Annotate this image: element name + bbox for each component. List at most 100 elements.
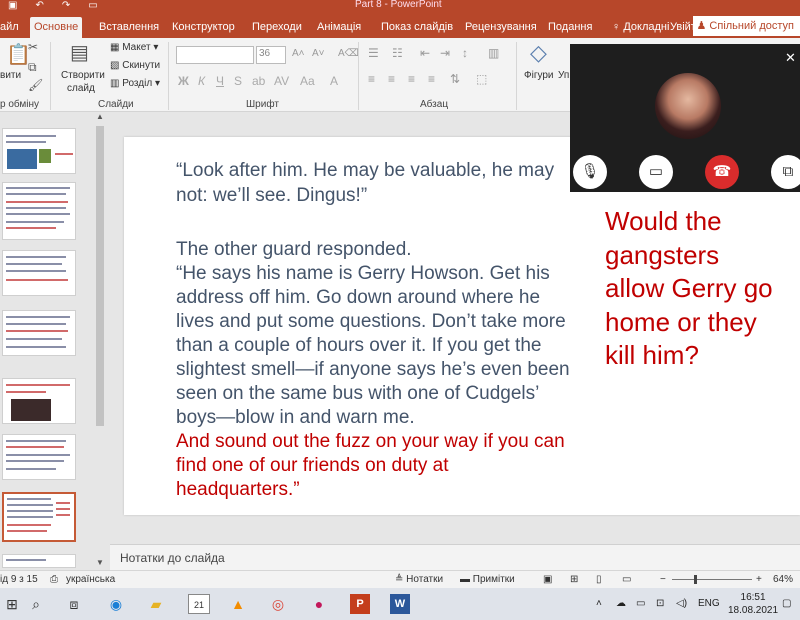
slide-body-text[interactable]: The other guard responded. “He says his …	[176, 238, 576, 502]
slide-thumbnail-6[interactable]	[2, 434, 76, 480]
arrange-button[interactable]: Уп	[558, 70, 569, 81]
zoom-in-icon[interactable]: +	[756, 574, 762, 585]
align-left-icon[interactable]: ≡	[368, 72, 375, 86]
paste-label[interactable]: вити	[0, 70, 21, 81]
underline-icon[interactable]: Ч	[216, 74, 224, 88]
tab-animations[interactable]: Анімація	[313, 17, 365, 38]
cut-icon[interactable]: ✂	[28, 40, 38, 54]
clear-format-icon[interactable]: A⌫	[338, 48, 359, 59]
comments-button[interactable]: ▬ Примітки	[460, 574, 515, 585]
notifications-icon[interactable]: ▢	[782, 598, 791, 609]
new-slide-label-2[interactable]: слайд	[67, 83, 95, 94]
zoom-level[interactable]: 64%	[773, 574, 793, 585]
slide-thumbnail-5[interactable]	[2, 378, 76, 424]
share-button[interactable]: ♟ Спільний доступ	[692, 16, 800, 36]
zoom-out-icon[interactable]: −	[660, 574, 666, 585]
system-clock[interactable]: 16:51 18.08.2021	[728, 591, 778, 617]
slide-question-text[interactable]: Would the gangsters allow Gerry go home …	[605, 205, 785, 373]
new-slide-icon[interactable]: ▤	[70, 40, 89, 65]
text-direction-icon[interactable]: ⇅	[450, 72, 460, 86]
align-right-icon[interactable]: ≡	[408, 72, 415, 86]
slide-thumbnail-10[interactable]	[2, 554, 76, 568]
microphone-button[interactable]: 🎙	[573, 155, 607, 189]
undo-icon[interactable]: ↶	[35, 0, 43, 12]
thumbnail-scrollbar[interactable]: ▲ ▼	[94, 112, 106, 570]
bold-icon[interactable]: Ж	[178, 74, 189, 88]
tab-transitions[interactable]: Переходи	[248, 17, 306, 38]
copy-icon[interactable]: ⧉	[28, 60, 37, 75]
language-indicator[interactable]: українська	[66, 574, 115, 585]
task-view-icon[interactable]: ⧈	[64, 594, 84, 614]
font-color-icon[interactable]: A	[330, 74, 338, 88]
spacing-icon[interactable]: AV	[274, 74, 289, 88]
input-language[interactable]: ENG	[698, 598, 720, 609]
shadow-icon[interactable]: S	[234, 74, 242, 88]
slide-thumbnail-4[interactable]	[2, 310, 76, 356]
reading-view-icon[interactable]: ▯	[596, 574, 602, 585]
switch-view-button[interactable]: ⧉	[771, 155, 800, 189]
camera-button[interactable]: ▭	[639, 155, 673, 189]
network-icon[interactable]: ⊡	[656, 598, 664, 609]
close-icon[interactable]: ✕	[785, 50, 796, 66]
slideshow-view-icon[interactable]: ▭	[622, 574, 631, 585]
sorter-view-icon[interactable]: ⊞	[570, 574, 578, 585]
redo-icon[interactable]: ↷	[62, 0, 70, 12]
strikethrough-icon[interactable]: ab	[252, 74, 265, 88]
start-icon[interactable]: ⊞	[2, 594, 22, 614]
format-painter-icon[interactable]: 🖌	[28, 78, 43, 92]
tab-review[interactable]: Рецензування	[461, 17, 541, 38]
new-slide-label-1[interactable]: Створити	[61, 70, 105, 81]
zoom-slider[interactable]	[672, 579, 752, 580]
justify-icon[interactable]: ≡	[428, 72, 435, 86]
app-icon[interactable]: ●	[309, 594, 329, 614]
search-icon[interactable]: ⌕	[26, 594, 46, 614]
chrome-icon[interactable]: ◎	[268, 594, 288, 614]
bullets-icon[interactable]: ☰	[368, 46, 379, 60]
save-icon[interactable]: ▣	[8, 0, 17, 12]
grow-font-icon[interactable]: A˄	[292, 48, 305, 59]
line-spacing-icon[interactable]: ↕	[462, 46, 468, 60]
hang-up-button[interactable]: ☎	[705, 155, 739, 189]
columns-icon[interactable]: ▥	[488, 46, 499, 60]
outdent-icon[interactable]: ⇥	[440, 46, 450, 60]
align-center-icon[interactable]: ≡	[388, 72, 395, 86]
vlc-icon[interactable]: ▲	[228, 594, 248, 614]
tray-overflow-icon[interactable]: ˄	[596, 598, 602, 609]
shapes-button[interactable]: Фігури	[524, 70, 554, 81]
section-button[interactable]: ▥ Розділ ▾	[110, 78, 160, 89]
italic-icon[interactable]: К	[198, 74, 205, 88]
notes-pane[interactable]: Нотатки до слайда	[110, 544, 800, 570]
layout-button[interactable]: ▦ Макет ▾	[110, 42, 158, 53]
shrink-font-icon[interactable]: A˅	[312, 48, 325, 59]
file-explorer-icon[interactable]: ▰	[146, 594, 166, 614]
slide-quote-text[interactable]: “Look after him. He may be valuable, he …	[176, 158, 556, 208]
battery-icon[interactable]: ▭	[636, 598, 645, 609]
scrollbar-thumb[interactable]	[96, 126, 104, 426]
notes-placeholder[interactable]: Нотатки до слайда	[120, 551, 225, 565]
scroll-down-icon[interactable]: ▼	[96, 558, 104, 567]
tab-insert[interactable]: Вставлення	[95, 17, 163, 38]
tab-home[interactable]: Основне	[30, 17, 83, 38]
present-icon[interactable]: ▭	[88, 0, 97, 12]
slide-thumbnail-3[interactable]	[2, 250, 76, 296]
font-name-box[interactable]	[176, 46, 254, 64]
normal-view-icon[interactable]: ▣	[543, 574, 552, 585]
calendar-app-icon[interactable]: 21	[188, 594, 210, 614]
tab-design[interactable]: Конструктор	[168, 17, 239, 38]
shapes-icon[interactable]: ◇	[530, 40, 547, 66]
scroll-up-icon[interactable]: ▲	[96, 112, 104, 121]
powerpoint-icon[interactable]: P	[350, 594, 370, 614]
font-size-box[interactable]: 36	[256, 46, 286, 64]
tab-slideshow[interactable]: Показ слайдів	[377, 17, 457, 38]
zoom-slider-thumb[interactable]	[694, 575, 697, 584]
slide-thumbnail-1[interactable]	[2, 128, 76, 174]
word-icon[interactable]: W	[390, 594, 410, 614]
smartart-icon[interactable]: ⬚	[476, 72, 487, 86]
edge-icon[interactable]: ◉	[106, 594, 126, 614]
case-icon[interactable]: Aa	[300, 74, 315, 88]
spellcheck-icon[interactable]: ⎙	[50, 574, 58, 585]
tab-view[interactable]: Подання	[544, 17, 596, 38]
notes-toggle-button[interactable]: ≜ Нотатки	[395, 574, 443, 585]
volume-icon[interactable]: ◁)	[676, 598, 687, 609]
indent-icon[interactable]: ⇤	[420, 46, 430, 60]
